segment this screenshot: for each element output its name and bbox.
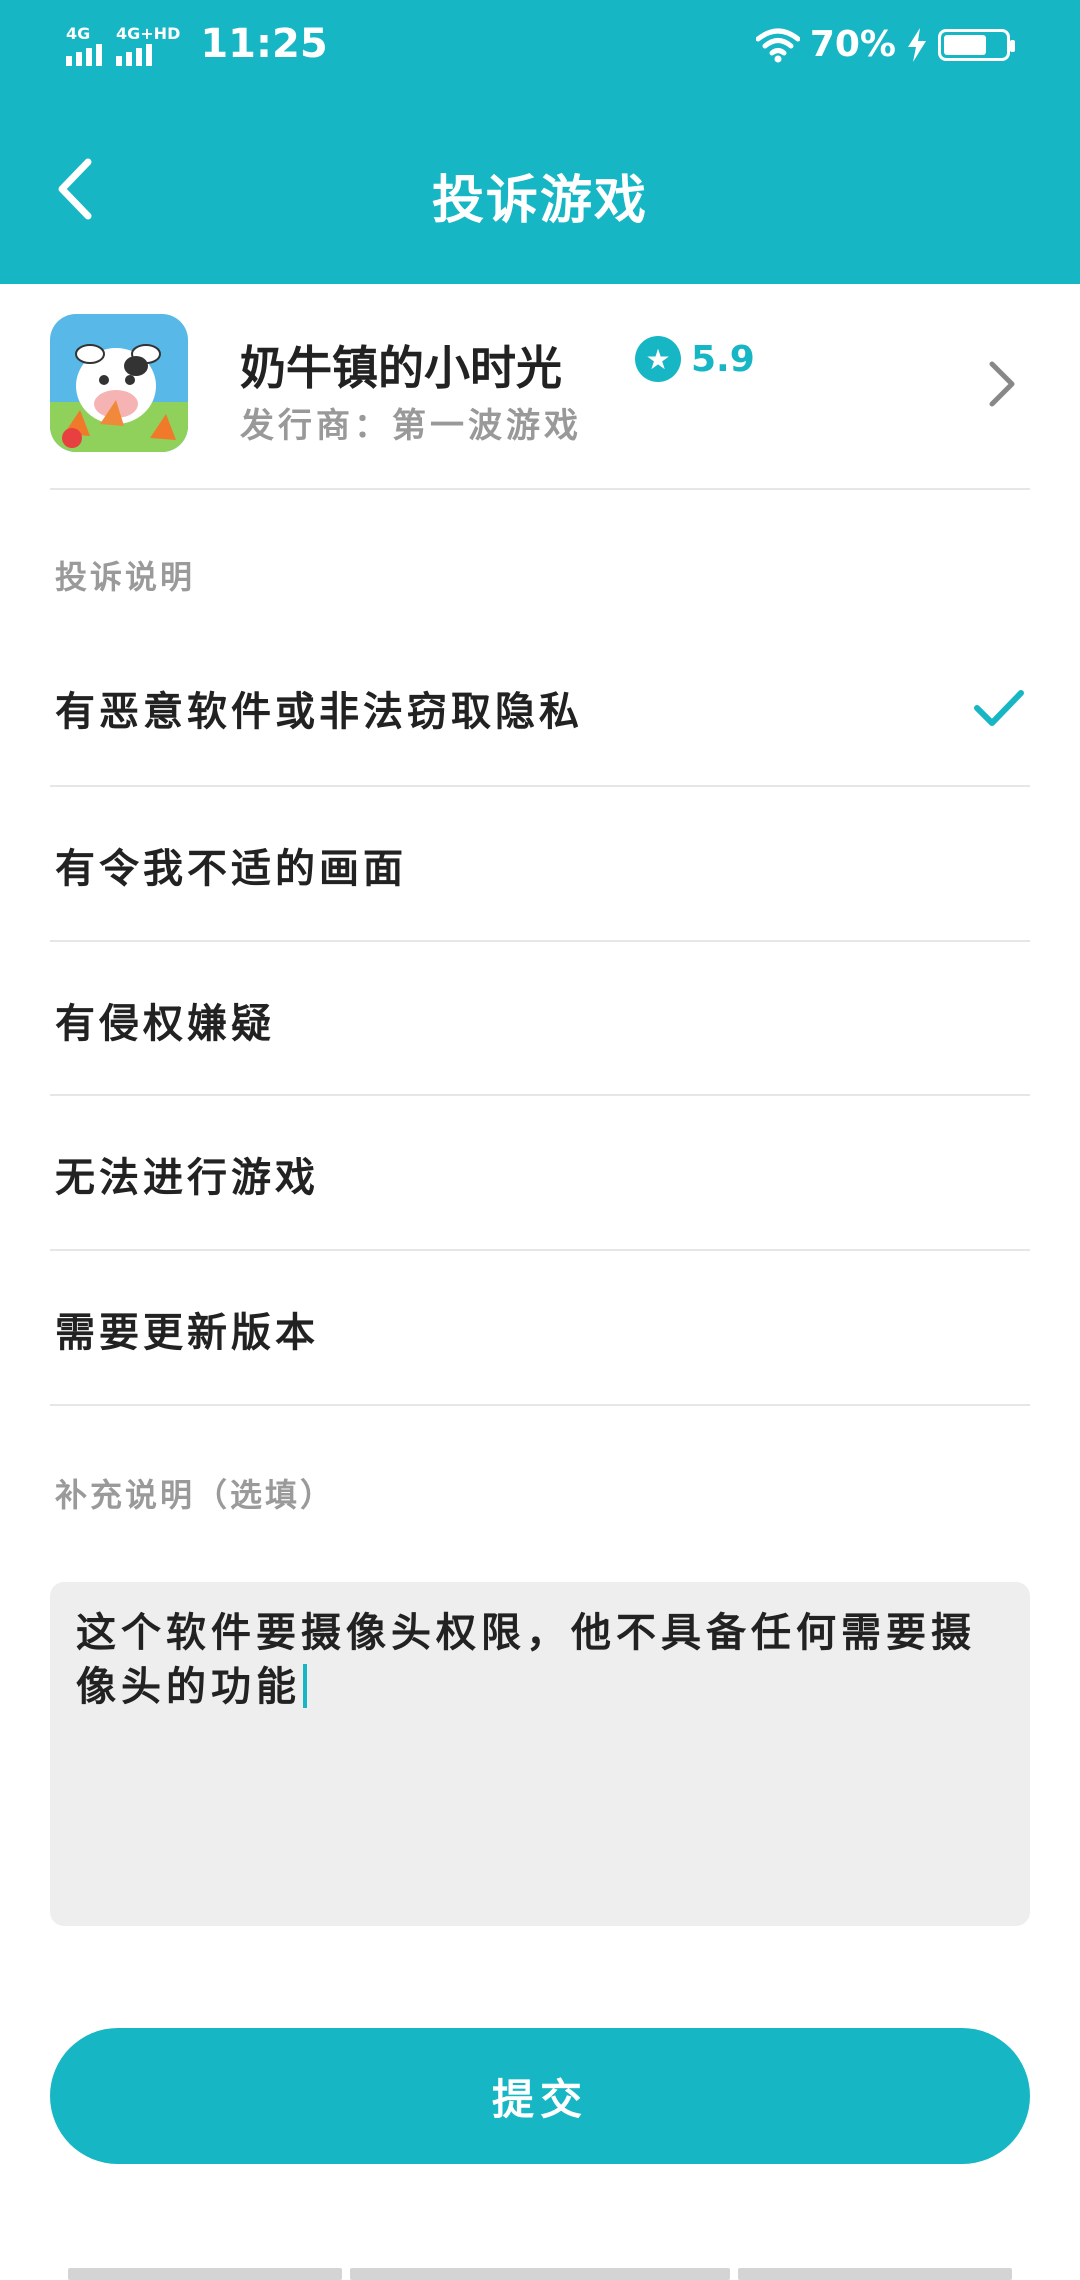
- option-needs-update[interactable]: 需要更新版本: [50, 1251, 1030, 1406]
- supplement-textarea[interactable]: 这个软件要摄像头权限，他不具备任何需要摄像头的功能: [50, 1582, 1030, 1926]
- status-bar: 4G 4G+HD 11:25 70%: [0, 0, 1080, 96]
- status-left: 4G 4G+HD 11:25: [66, 22, 328, 66]
- option-label: 无法进行游戏: [55, 1154, 319, 1201]
- game-name: 奶牛镇的小时光: [240, 341, 562, 395]
- chevron-right-icon: [989, 361, 1015, 407]
- battery-level: [944, 34, 986, 55]
- rating-score: 5.9: [691, 338, 755, 380]
- signal-icon: 4G+HD: [116, 26, 180, 66]
- clock: 11:25: [200, 21, 328, 67]
- publisher-label: 发行商：: [240, 406, 392, 446]
- header: 投诉游戏: [0, 96, 1080, 284]
- option-label: 有令我不适的画面: [55, 845, 407, 892]
- supplement-text: 这个软件要摄像头权限，他不具备任何需要摄像头的功能: [76, 1610, 976, 1710]
- signal-icon: 4G: [66, 26, 102, 66]
- option-uncomfortable[interactable]: 有令我不适的画面: [50, 787, 1030, 942]
- charging-icon: [908, 27, 926, 62]
- battery-percent: 70%: [809, 24, 896, 65]
- supplement-section-label: 补充说明（选填）: [55, 1476, 336, 1514]
- publisher-name: 第一波游戏: [392, 406, 582, 446]
- wifi-icon: [755, 28, 800, 62]
- option-label: 有侵权嫌疑: [55, 1000, 275, 1047]
- option-cannot-play[interactable]: 无法进行游戏: [50, 1096, 1030, 1251]
- divider: [50, 488, 1030, 490]
- text-cursor: [303, 1664, 307, 1708]
- option-infringement[interactable]: 有侵权嫌疑: [50, 942, 1030, 1097]
- option-label: 需要更新版本: [55, 1309, 319, 1356]
- divider: [50, 1404, 1030, 1406]
- game-card[interactable]: 奶牛镇的小时光 ★ 5.9 发行商：第一波游戏: [50, 314, 1030, 488]
- bottom-indicator: [68, 2268, 1012, 2280]
- sim1-label: 4G: [66, 24, 91, 43]
- page-title: 投诉游戏: [431, 171, 648, 231]
- option-label: 有恶意软件或非法窃取隐私: [55, 688, 583, 735]
- check-icon: [974, 689, 1024, 726]
- status-right: 70%: [755, 24, 1015, 65]
- sim2-label: 4G+HD: [116, 24, 181, 43]
- complaint-section-label: 投诉说明: [55, 558, 196, 596]
- rating: ★ 5.9: [635, 336, 755, 382]
- star-icon: ★: [635, 336, 681, 382]
- game-icon: [50, 314, 188, 452]
- publisher: 发行商：第一波游戏: [240, 398, 582, 447]
- submit-button[interactable]: 提交: [50, 2028, 1030, 2164]
- battery-icon: [938, 28, 1015, 61]
- option-malware[interactable]: 有恶意软件或非法窃取隐私: [50, 630, 1030, 785]
